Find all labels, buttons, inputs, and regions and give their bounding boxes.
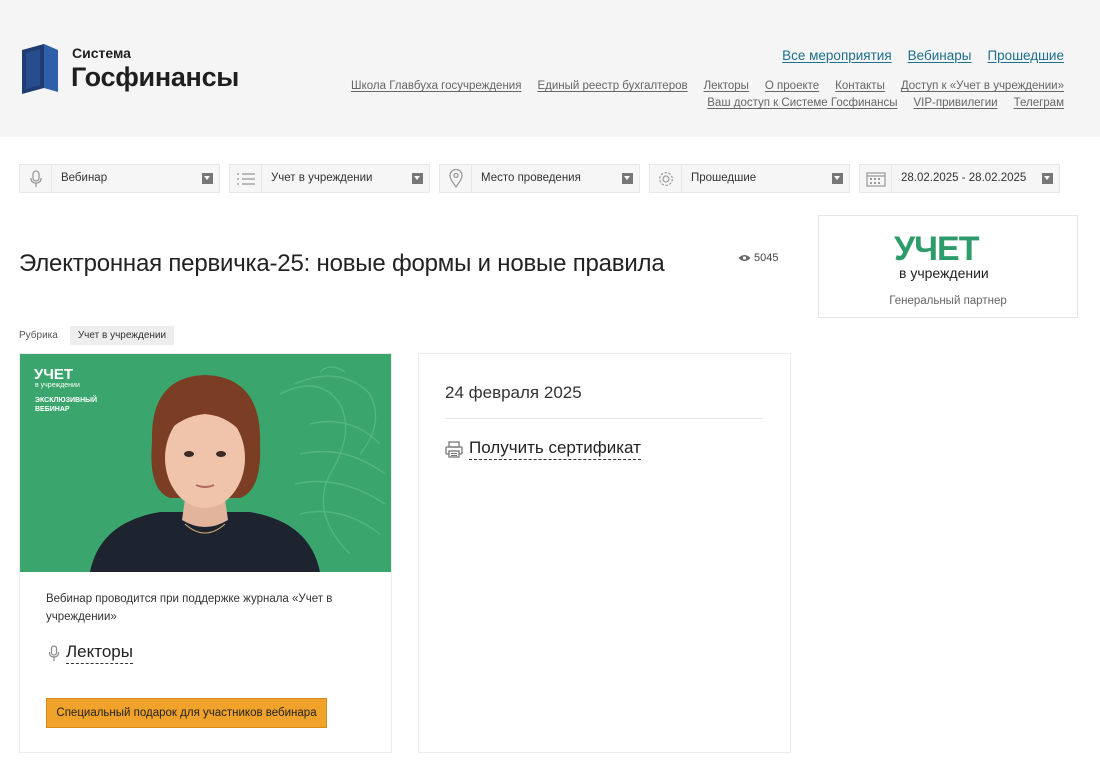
filter-location-value: Место проведения bbox=[481, 172, 581, 184]
partner-logo-sub: в учреждении bbox=[899, 265, 989, 281]
subnav-school[interactable]: Школа Главбуха госучреждения bbox=[351, 80, 521, 92]
subnav-vip[interactable]: VIP-привилегии bbox=[914, 97, 998, 109]
nav-webinars[interactable]: Вебинары bbox=[908, 48, 972, 63]
logo-small-text: Система bbox=[72, 45, 131, 61]
calendar-icon bbox=[860, 165, 892, 192]
eye-icon bbox=[738, 255, 751, 261]
general-partner-box[interactable]: УЧЕТ в учреждении Генеральный партнер bbox=[818, 215, 1078, 318]
filter-bar: Вебинар Учет в учреждении Место проведен… bbox=[19, 164, 1060, 193]
sub-nav-row2: Ваш доступ к Системе Госфинансы VIP-прив… bbox=[707, 97, 1064, 109]
banner-line1: ЭКСКЛЮЗИВНЫЙ bbox=[35, 397, 98, 404]
certificate-link[interactable]: Получить сертификат bbox=[445, 438, 641, 460]
filter-location-select[interactable]: Место проведения bbox=[439, 164, 640, 193]
event-banner: УЧЕТ в учреждении ЭКСКЛЮЗИВНЫЙ ВЕБИНАР bbox=[20, 354, 391, 572]
event-title: Электронная первичка-25: новые формы и н… bbox=[19, 250, 665, 277]
partner-caption: Генеральный партнер bbox=[889, 295, 1007, 307]
event-date: 24 февраля 2025 bbox=[445, 383, 582, 402]
views-counter: 5045 bbox=[738, 252, 778, 264]
certificate-label: Получить сертификат bbox=[469, 438, 641, 460]
book-logo-icon bbox=[22, 44, 58, 94]
rubric-tag[interactable]: Учет в учреждении bbox=[69, 326, 175, 345]
gear-icon bbox=[650, 165, 682, 192]
filter-date-select[interactable]: 28.02.2025 - 28.02.2025 bbox=[859, 164, 1060, 193]
lectors-link[interactable]: Лекторы bbox=[48, 642, 133, 664]
chevron-down-icon bbox=[412, 173, 423, 184]
filter-status-select[interactable]: Прошедшие bbox=[649, 164, 850, 193]
divider bbox=[445, 418, 763, 419]
banner-exclusive: ЭКСКЛЮЗИВНЫЙ ВЕБИНАР bbox=[35, 396, 97, 414]
sub-nav-row1: Школа Главбуха госучреждения Единый реес… bbox=[351, 80, 1064, 92]
location-pin-icon bbox=[440, 165, 472, 192]
chevron-down-icon bbox=[622, 173, 633, 184]
support-text: Вебинар проводится при поддержке журнала… bbox=[46, 593, 333, 623]
site-logo[interactable]: Система Госфинансы bbox=[22, 42, 262, 98]
gift-button[interactable]: Специальный подарок для участников вебин… bbox=[46, 698, 327, 728]
printer-icon bbox=[445, 440, 463, 458]
filter-type-select[interactable]: Вебинар bbox=[19, 164, 220, 193]
nav-all-events[interactable]: Все мероприятия bbox=[782, 48, 892, 63]
subnav-lectors[interactable]: Лекторы bbox=[704, 80, 749, 92]
filter-date-value: 28.02.2025 - 28.02.2025 bbox=[901, 172, 1027, 184]
rubric-label: Рубрика bbox=[19, 330, 58, 341]
filter-category-select[interactable]: Учет в учреждении bbox=[229, 164, 430, 193]
banner-line2: ВЕБИНАР bbox=[35, 406, 70, 413]
speaker-photo bbox=[90, 375, 320, 572]
top-nav: Все мероприятия Вебинары Прошедшие bbox=[782, 48, 1064, 63]
lectors-label: Лекторы bbox=[66, 642, 133, 664]
microphone-icon bbox=[48, 644, 60, 661]
filter-type-value: Вебинар bbox=[61, 172, 108, 184]
filter-status-value: Прошедшие bbox=[691, 172, 757, 184]
nav-past[interactable]: Прошедшие bbox=[987, 48, 1064, 63]
rubric: Рубрика Учет в учреждении bbox=[19, 326, 175, 345]
subnav-registry[interactable]: Единый реестр бухгалтеров bbox=[537, 80, 687, 92]
microphone-icon bbox=[20, 165, 52, 192]
views-count: 5045 bbox=[754, 252, 779, 264]
chevron-down-icon bbox=[832, 173, 843, 184]
list-icon bbox=[230, 165, 262, 192]
subnav-access-uchet[interactable]: Доступ к «Учет в учреждении» bbox=[901, 80, 1064, 92]
event-details-card: 24 февраля 2025 Получить сертификат bbox=[418, 353, 791, 753]
logo-big-text: Госфинансы bbox=[71, 62, 240, 92]
filter-category-value: Учет в учреждении bbox=[271, 172, 373, 184]
subnav-about[interactable]: О проекте bbox=[765, 80, 819, 92]
site-header: Система Госфинансы Все мероприятия Вебин… bbox=[0, 0, 1100, 137]
subnav-telegram[interactable]: Телеграм bbox=[1014, 97, 1064, 109]
chevron-down-icon bbox=[1042, 173, 1053, 184]
partner-logo-text: УЧЕТ bbox=[894, 230, 979, 268]
banner-brand-sub: в учреждении bbox=[35, 382, 80, 389]
chevron-down-icon bbox=[202, 173, 213, 184]
event-card: УЧЕТ в учреждении ЭКСКЛЮЗИВНЫЙ ВЕБИНАР В… bbox=[19, 353, 392, 753]
banner-brand: УЧЕТ bbox=[34, 366, 74, 383]
subnav-your-access[interactable]: Ваш доступ к Системе Госфинансы bbox=[707, 97, 897, 109]
subnav-contacts[interactable]: Контакты bbox=[835, 80, 885, 92]
